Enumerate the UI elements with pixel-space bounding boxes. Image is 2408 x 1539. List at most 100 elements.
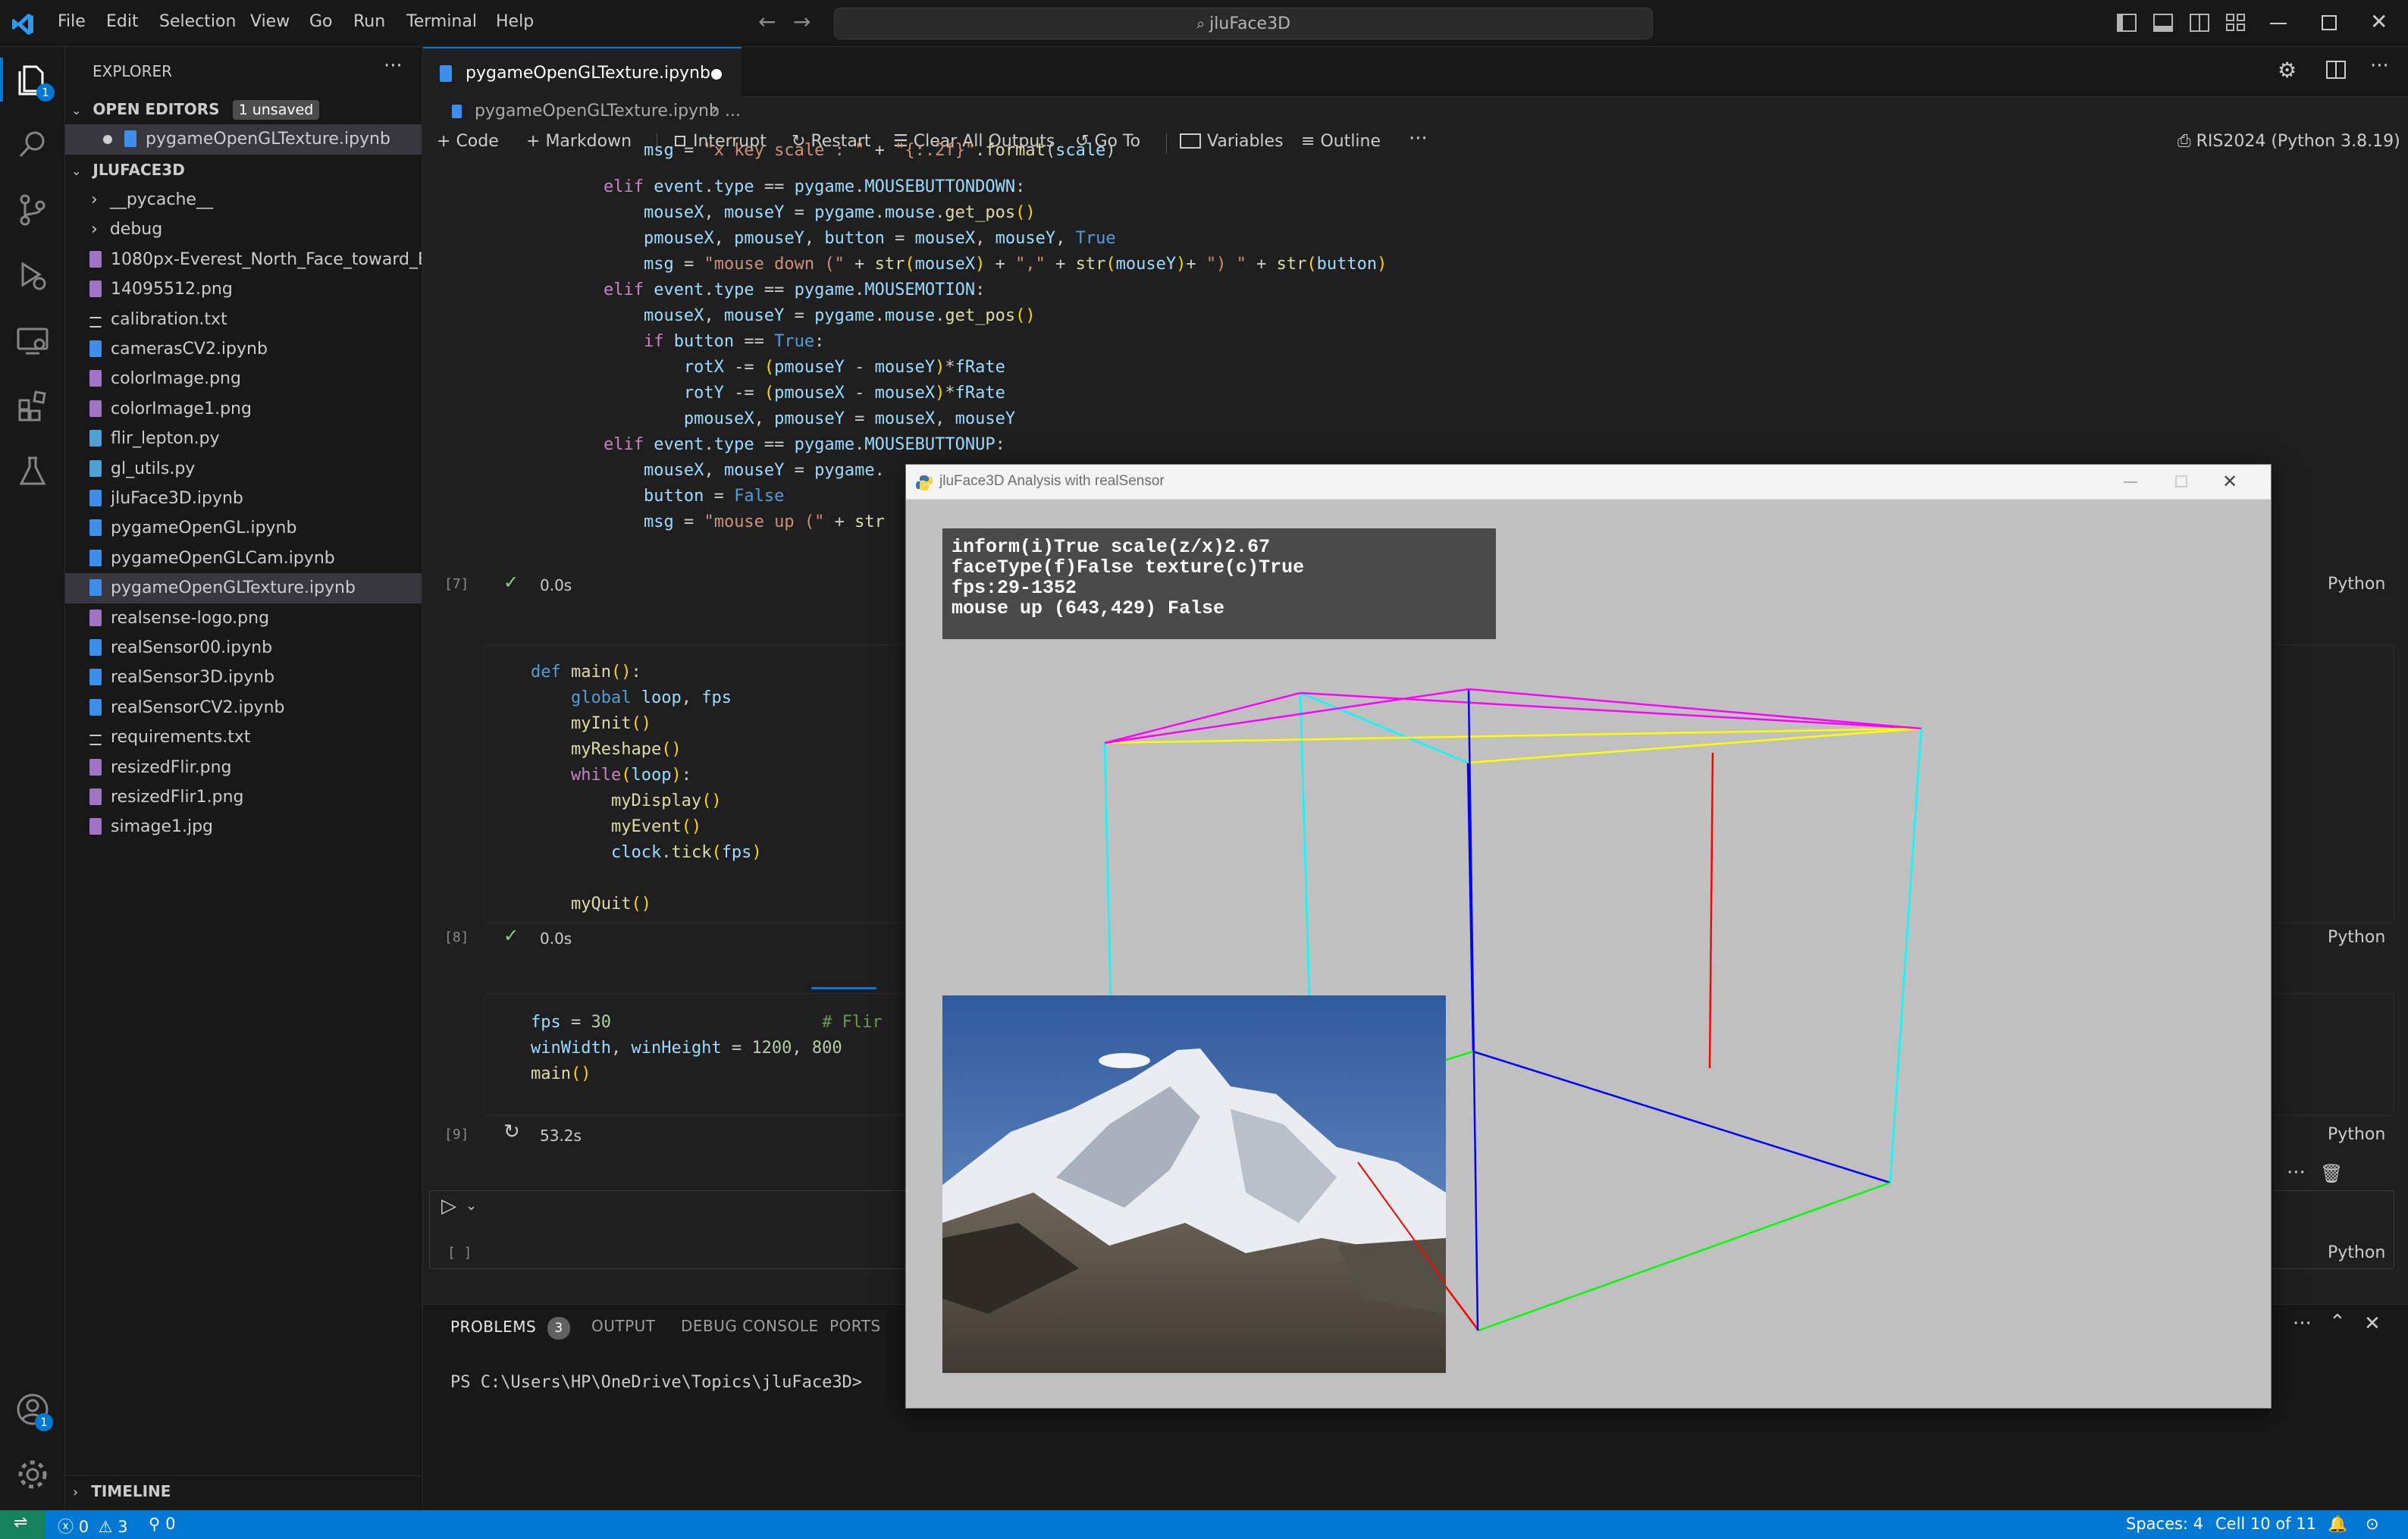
file-tree-item[interactable]: requirements.txt	[65, 722, 422, 753]
more-actions-icon[interactable]: ···	[384, 55, 403, 77]
file-tree-item[interactable]: realSensor3D.ipynb	[65, 663, 422, 693]
problems-status[interactable]: ⓧ 0 ⚠ 3	[58, 1515, 128, 1537]
file-tree-item[interactable]: › debug	[65, 215, 422, 245]
notebook-file-icon	[89, 490, 102, 506]
file-tree-item[interactable]: › __pycache__	[65, 185, 422, 215]
maximize-panel-chevron-icon[interactable]: ⌃	[2329, 1311, 2346, 1334]
tab-output[interactable]: OUTPUT	[591, 1317, 656, 1335]
manage-gear-icon[interactable]	[15, 1457, 50, 1492]
menu-go[interactable]: Go	[309, 12, 333, 31]
file-tree-label: resizedFlir1.png	[111, 788, 244, 807]
file-tree-item[interactable]: colorImage1.png	[65, 394, 422, 425]
tab-pygameopengltexture[interactable]: pygameOpenGLTexture.ipynb	[423, 47, 742, 97]
close-window-icon[interactable]: ✕	[2370, 9, 2388, 34]
explorer-icon[interactable]: 1	[15, 62, 55, 102]
notifications-bell-icon[interactable]: 🔔	[2328, 1515, 2347, 1534]
file-tree-item[interactable]: camerasCV2.ipynb	[65, 334, 422, 365]
file-tree-label: requirements.txt	[111, 728, 251, 748]
broadcast-icon: ⚲	[149, 1515, 166, 1533]
back-arrow-icon[interactable]: ←	[758, 9, 776, 34]
breadcrumb-more[interactable]: ...	[725, 102, 741, 121]
remote-indicator[interactable]: ⇌	[0, 1510, 45, 1539]
remote-explorer-icon[interactable]	[15, 323, 50, 358]
file-tree-item[interactable]: resizedFlir.png	[65, 753, 422, 783]
chevron-down-icon: ⌄	[71, 103, 82, 118]
file-tree-item[interactable]: resizedFlir1.png	[65, 782, 422, 813]
file-tree-item[interactable]: realSensorCV2.ipynb	[65, 693, 422, 723]
split-editor-icon[interactable]	[2326, 61, 2346, 79]
file-tree-item[interactable]: 14095512.png	[65, 274, 422, 305]
folder-section[interactable]: ⌄ JLUFACE3D	[65, 155, 422, 185]
run-options-chevron-icon[interactable]: ⌄	[466, 1198, 477, 1214]
notebook-file-icon	[89, 549, 102, 566]
file-tree-item[interactable]: realSensor00.ipynb	[65, 633, 422, 663]
tab-ports[interactable]: PORTS	[829, 1317, 881, 1335]
edge-red-vertical	[1708, 752, 1714, 1069]
open-editors-section[interactable]: ⌄ OPEN EDITORS 1 unsaved	[65, 94, 422, 124]
maximize-icon[interactable]	[2322, 15, 2337, 30]
toggle-primary-sidebar-icon[interactable]	[2117, 14, 2137, 32]
command-center-search[interactable]: ⌕ jluFace3D	[834, 8, 1653, 39]
tabs-more-actions-icon[interactable]: ···	[2370, 55, 2389, 77]
terminal-prompt[interactable]: PS C:\Users\HP\OneDrive\Topics\jluFace3D…	[450, 1373, 862, 1392]
file-tree-item[interactable]: jluFace3D.ipynb	[65, 484, 422, 514]
menu-edit[interactable]: Edit	[106, 12, 139, 31]
close-panel-icon[interactable]: ✕	[2364, 1312, 2381, 1335]
cell-9-exec-count: [9]	[444, 1127, 469, 1142]
file-tree-item[interactable]: pygameOpenGL.ipynb	[65, 513, 422, 544]
menu-view[interactable]: View	[250, 12, 290, 31]
cell-position-status[interactable]: Cell 10 of 11	[2215, 1515, 2316, 1533]
delete-cell-trash-icon[interactable]: 🗑	[2320, 1163, 2343, 1184]
file-tree-item[interactable]: calibration.txt	[65, 305, 422, 335]
cell-8-language[interactable]: Python	[2328, 928, 2385, 947]
menu-help[interactable]: Help	[496, 12, 534, 31]
toggle-panel-icon[interactable]	[2153, 14, 2173, 32]
file-tree-item[interactable]: pygameOpenGLCam.ipynb	[65, 544, 422, 574]
cell-9-language[interactable]: Python	[2328, 1125, 2385, 1144]
toolbar-more-icon[interactable]: ···	[1409, 127, 1428, 150]
pygame-window[interactable]: jluFace3D Analysis with realSensor ✕ inf…	[905, 464, 2272, 1409]
tab-problems[interactable]: PROBLEMS 3	[450, 1317, 571, 1340]
run-cell-play-icon[interactable]: ▷	[441, 1195, 456, 1218]
file-tree-item[interactable]: colorImage.png	[65, 364, 422, 394]
run-debug-icon[interactable]	[15, 258, 50, 293]
toggle-secondary-sidebar-icon[interactable]	[2190, 14, 2209, 32]
file-tree-item[interactable]: 1080px-Everest_North_Face_toward_B...	[65, 245, 422, 275]
file-tree-item[interactable]: gl_utils.py	[65, 454, 422, 484]
ports-status[interactable]: ⚲ 0	[149, 1515, 175, 1533]
customize-layout-icon[interactable]	[2226, 14, 2246, 32]
cell-7-language[interactable]: Python	[2328, 575, 2385, 594]
kernel-label: RIS2024 (Python 3.8.19)	[2196, 132, 2400, 151]
cell-more-actions-icon[interactable]: ···	[2287, 1161, 2306, 1184]
add-code-cell-button[interactable]: + Code	[437, 132, 499, 151]
menu-selection[interactable]: Selection	[159, 12, 236, 31]
accounts-icon[interactable]: 1	[15, 1392, 53, 1431]
indentation-status[interactable]: Spaces: 4	[2126, 1515, 2203, 1533]
file-tree-item[interactable]: realsense-logo.png	[65, 603, 422, 634]
notebook-settings-gear-icon[interactable]: ⚙	[2278, 58, 2297, 83]
extensions-icon[interactable]	[15, 388, 50, 423]
menu-terminal[interactable]: Terminal	[406, 12, 477, 31]
search-view-icon[interactable]	[15, 127, 50, 162]
menu-file[interactable]: File	[58, 12, 86, 31]
cell-10-language[interactable]: Python	[2328, 1243, 2385, 1262]
tab-debug-console[interactable]: DEBUG CONSOLE	[681, 1317, 819, 1335]
cell-8-code[interactable]: def main(): global loop, fps myInit() my…	[531, 660, 762, 917]
copilot-icon[interactable]: ⊙	[2366, 1515, 2379, 1533]
cell-9-code[interactable]: fps = 30 # Flir winWidth, winHeight = 12…	[531, 1010, 883, 1087]
source-control-icon[interactable]	[15, 193, 50, 227]
kernel-picker[interactable]: ⎙ RIS2024 (Python 3.8.19)	[2178, 132, 2400, 151]
testing-flask-icon[interactable]	[15, 453, 50, 488]
panel-more-actions-icon[interactable]: ···	[2293, 1312, 2312, 1335]
file-tree-item[interactable]: flir_lepton.py	[65, 424, 422, 454]
cell-8-duration: 0.0s	[540, 929, 572, 948]
file-tree-item[interactable]: pygameOpenGLTexture.ipynb	[65, 573, 422, 604]
minimize-icon[interactable]	[2270, 23, 2287, 24]
breadcrumb-file[interactable]: pygameOpenGLTexture.ipynb	[475, 102, 720, 121]
open-editor-item[interactable]: pygameOpenGLTexture.ipynb	[65, 124, 422, 155]
file-tree-item[interactable]: simage1.jpg	[65, 812, 422, 842]
timeline-section[interactable]: › TIMELINE	[65, 1475, 422, 1506]
forward-arrow-icon[interactable]: →	[793, 9, 811, 34]
dirty-indicator-icon[interactable]	[711, 69, 722, 80]
menu-run[interactable]: Run	[353, 12, 385, 31]
